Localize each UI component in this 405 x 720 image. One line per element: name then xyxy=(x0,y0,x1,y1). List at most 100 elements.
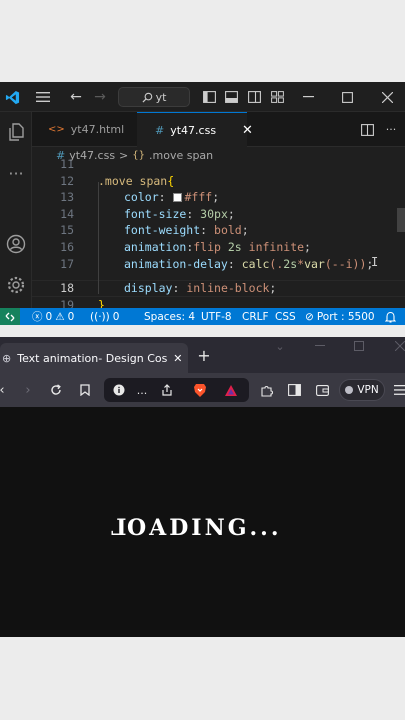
code-line-13: color: #fff; xyxy=(124,190,220,205)
site-info-icon[interactable] xyxy=(110,373,128,407)
browser-forward-icon[interactable]: › xyxy=(20,373,36,407)
ports-indicator[interactable]: ((·)) 0 xyxy=(90,308,119,325)
indent-guide xyxy=(98,182,99,294)
more-actions-icon[interactable]: ··· xyxy=(382,112,400,147)
tab-yt47-css[interactable]: # yt47.css ✕ xyxy=(137,112,253,147)
language-status[interactable]: CSS xyxy=(275,308,296,325)
browser-back-icon[interactable]: ‹ xyxy=(0,373,10,407)
tab-search-chevron-icon[interactable]: ⌄ xyxy=(270,337,290,363)
toggle-primary-sidebar-icon[interactable] xyxy=(201,82,217,112)
live-server-status[interactable]: ⊘ Port : 5500 xyxy=(305,308,375,325)
loading-letter: G xyxy=(227,515,250,541)
notifications-bell-icon[interactable] xyxy=(385,308,396,325)
browser-menu-icon[interactable] xyxy=(392,373,405,407)
extensions-puzzle-icon[interactable] xyxy=(257,373,275,407)
status-bar: ⓧ 0 ⚠ 0 ((·)) 0 Spaces: 4 UTF-8 CRLF CSS… xyxy=(0,308,405,325)
close-window-icon[interactable] xyxy=(377,82,397,112)
vpn-label: VPN xyxy=(357,384,379,396)
search-text: yt xyxy=(155,90,167,104)
command-center-search[interactable]: yt xyxy=(118,87,190,107)
css-file-icon: # xyxy=(155,123,165,137)
close-tab-icon[interactable]: ✕ xyxy=(242,123,253,138)
breadcrumb: # yt47.css > {} .move span xyxy=(32,147,405,164)
code-line-14: font-size: 30px; xyxy=(124,206,235,221)
toggle-secondary-sidebar-icon[interactable] xyxy=(246,82,262,112)
line-number: 14 xyxy=(60,206,74,221)
editor-scrollbar-thumb[interactable] xyxy=(397,208,405,232)
browser-toolbar: ‹ › ... xyxy=(0,373,405,407)
loading-letter: A xyxy=(149,515,170,541)
loading-letter: . xyxy=(249,515,261,541)
sidebar-toggle-icon[interactable] xyxy=(285,373,303,407)
customize-layout-icon[interactable] xyxy=(268,82,286,112)
address-bar[interactable]: ... xyxy=(104,378,249,402)
vscode-logo-icon xyxy=(2,82,22,112)
browser-close-icon[interactable] xyxy=(390,337,405,363)
antenna-icon: ((·)) xyxy=(90,310,110,323)
loading-letter: . xyxy=(270,515,282,541)
encoding-status[interactable]: UTF-8 xyxy=(201,308,232,325)
split-editor-icon[interactable] xyxy=(358,112,376,147)
web-page-content: LOADING... xyxy=(0,407,405,637)
ports-count: 0 xyxy=(112,310,120,323)
loading-letter: O xyxy=(126,515,150,541)
loading-letter: D xyxy=(169,515,192,541)
hamburger-menu-icon[interactable] xyxy=(32,82,54,112)
loading-letter: I xyxy=(191,515,205,541)
editor-tab-bar: <> yt47.html # yt47.css ✕ ··· xyxy=(32,112,405,147)
code-line-16: animation:flip 2s infinite; xyxy=(124,240,311,254)
line-number: 13 xyxy=(60,190,74,205)
browser-maximize-icon[interactable] xyxy=(349,337,369,363)
line-number: 15 xyxy=(60,223,74,238)
loading-letter: L xyxy=(108,515,127,541)
browser-tab[interactable]: ⊕ Text animation- Design Cosm ✕ xyxy=(0,343,188,373)
indentation-status[interactable]: Spaces: 4 xyxy=(144,308,195,325)
eol-status[interactable]: CRLF xyxy=(242,308,269,325)
brave-shields-icon[interactable] xyxy=(191,373,209,407)
symbol-icon: {} xyxy=(132,150,145,161)
settings-gear-icon[interactable] xyxy=(0,275,32,295)
line-number: 11 xyxy=(60,157,74,171)
toggle-panel-icon[interactable] xyxy=(223,82,239,112)
chevron-right-icon: > xyxy=(119,149,129,162)
tab-label: yt47.css xyxy=(170,123,217,137)
no-entry-icon: ⊘ xyxy=(305,310,314,323)
tab-label: yt47.html xyxy=(70,123,125,136)
reload-icon[interactable] xyxy=(47,373,65,407)
code-line-17: animation-delay: calc(.2s*var(--i)); xyxy=(124,256,374,271)
line-number: 12 xyxy=(60,173,74,188)
error-count: 0 xyxy=(45,310,53,323)
browser-tab-strip: ⊕ Text animation- Design Cosm ✕ + ⌄ xyxy=(0,337,405,373)
wallet-icon[interactable] xyxy=(313,373,331,407)
vscode-window: ← → yt ··· <> yt47.html # yt47.css ✕ ···… xyxy=(0,82,405,325)
code-line-18: display: inline-block; xyxy=(124,281,277,295)
share-icon[interactable] xyxy=(158,373,176,407)
more-views-icon[interactable]: ··· xyxy=(0,166,32,182)
url-ellipsis-icon: ... xyxy=(136,383,148,397)
warning-icon: ⚠ xyxy=(55,310,65,323)
browser-tab-title: Text animation- Design Cosm xyxy=(17,351,168,365)
problems-indicator[interactable]: ⓧ 0 ⚠ 0 xyxy=(32,308,74,325)
brave-rewards-icon[interactable] xyxy=(222,373,240,407)
loading-letter: N xyxy=(204,515,228,541)
forward-arrow-icon[interactable]: → xyxy=(90,82,110,112)
explorer-icon[interactable] xyxy=(0,122,32,142)
breadcrumb-file[interactable]: yt47.css xyxy=(69,149,115,162)
loading-text: LOADING... xyxy=(0,515,390,541)
accounts-icon[interactable] xyxy=(0,234,32,254)
breadcrumb-selector[interactable]: .move span xyxy=(149,149,213,162)
new-tab-button[interactable]: + xyxy=(194,338,214,372)
bookmark-icon[interactable] xyxy=(76,373,94,407)
maximize-icon[interactable] xyxy=(337,82,357,112)
browser-minimize-icon[interactable] xyxy=(310,337,330,363)
minimize-icon[interactable] xyxy=(298,82,318,112)
code-editor[interactable]: 11 12 13 14 15 16 17 18 19 .move span{ c… xyxy=(32,157,405,312)
remote-indicator-icon[interactable] xyxy=(0,308,20,325)
line-number: 16 xyxy=(60,240,74,254)
close-tab-icon[interactable]: ✕ xyxy=(173,352,182,365)
tab-yt47-html[interactable]: <> yt47.html xyxy=(32,112,137,147)
back-arrow-icon[interactable]: ← xyxy=(66,82,86,112)
line-number: 18 xyxy=(60,281,74,295)
vpn-button[interactable]: VPN xyxy=(339,379,385,401)
mouse-ibeam-cursor: I xyxy=(371,255,379,269)
